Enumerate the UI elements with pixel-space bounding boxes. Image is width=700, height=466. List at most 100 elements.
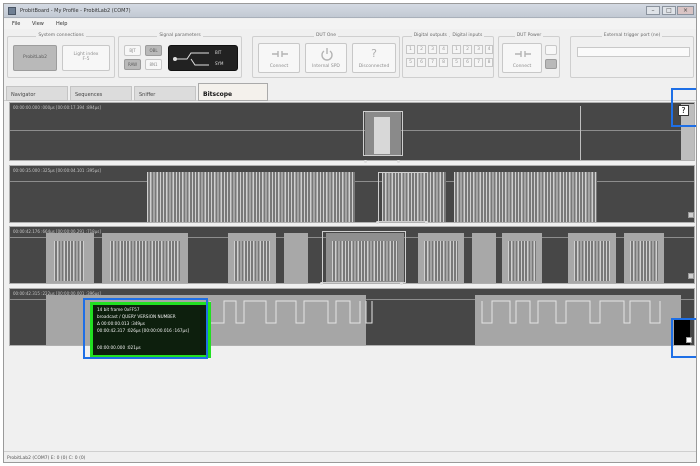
- switch-diagram-icon: [173, 52, 209, 66]
- group-digital-io: Digital outputs Digital inputs 1 2 3 4 5…: [402, 33, 494, 78]
- group-dut-power: DUT Power Connect: [498, 33, 560, 78]
- bjt-button[interactable]: BJT: [124, 45, 141, 56]
- digital-input-6[interactable]: 6: [463, 58, 472, 67]
- menu-view[interactable]: View: [32, 21, 44, 27]
- track-2-selection[interactable]: [378, 172, 428, 222]
- close-button[interactable]: ×: [677, 6, 694, 15]
- tab-sniffer[interactable]: Sniffer: [134, 86, 196, 101]
- tab-sequences[interactable]: Sequences: [70, 86, 132, 101]
- power-plug-icon: [515, 51, 531, 57]
- disconnected-label: Disconnected: [358, 64, 390, 69]
- window-title: ProbitBoard - My Profile - ProbitLab2 (C…: [20, 8, 131, 14]
- track-3-pulses-10: [630, 241, 658, 281]
- waveform-track-2[interactable]: 00:00:35.000 :325µs [00:00:04.101 :395µs…: [9, 165, 695, 223]
- track-3-selection[interactable]: [322, 231, 406, 283]
- switch-label-sym: SYM: [215, 61, 224, 66]
- status-text: ProbitLab2 (COM7) E: 0 (0) C: 0 (0): [7, 456, 86, 461]
- digital-input-8[interactable]: 8: [485, 58, 493, 67]
- digital-input-5[interactable]: 5: [452, 58, 461, 67]
- ribbon: System connections ProbitLab2 Light inde…: [4, 30, 696, 80]
- track-1-handle-right[interactable]: [397, 160, 400, 163]
- track-2-timestamp: 00:00:35.000 :325µs [00:00:04.101 :395µs…: [13, 168, 101, 173]
- dut-connect-button[interactable]: Connect: [258, 43, 300, 73]
- highlight-scroll-thumb: [671, 318, 696, 358]
- menu-bar: File View Help: [4, 19, 696, 29]
- tab-bar: Navigator Sequences Sniffer Bitscope: [4, 83, 696, 101]
- digital-button-3[interactable]: 3: [428, 45, 437, 54]
- power-option-bottom[interactable]: [545, 59, 557, 69]
- track-3-pulses-2: [110, 241, 180, 281]
- track-3-pulses-9: [574, 241, 610, 281]
- digital-input-7[interactable]: 7: [474, 58, 483, 67]
- track-3-pulses-6: [424, 241, 458, 281]
- track-3-handle-left[interactable]: [320, 282, 323, 285]
- maximize-button[interactable]: □: [662, 6, 676, 15]
- bit-sym-switch[interactable]: BIT SYM: [168, 45, 238, 71]
- switch-label-bit: BIT: [215, 50, 222, 55]
- digital-input-3[interactable]: 3: [474, 45, 483, 54]
- group-system-connections: System connections ProbitLab2 Light inde…: [7, 33, 115, 78]
- minimize-button[interactable]: –: [646, 6, 660, 15]
- track-1-selection[interactable]: [363, 111, 403, 156]
- dut-power-connect-button[interactable]: Connect: [502, 43, 542, 73]
- light-index-sub: F-5: [82, 57, 90, 62]
- disconnected-button[interactable]: ? Disconnected: [352, 43, 396, 73]
- power-icon: [321, 48, 333, 61]
- digital-button-6[interactable]: 6: [417, 58, 426, 67]
- track-3-pulses-8: [508, 241, 536, 281]
- power-option-top[interactable]: [545, 45, 557, 55]
- digital-input-1[interactable]: 1: [452, 45, 461, 54]
- track-2-handle-left[interactable]: [376, 221, 379, 224]
- group-title-digital-inputs: Digital inputs: [450, 33, 485, 38]
- dut-power-connect-label: Connect: [512, 64, 532, 69]
- digital-button-8[interactable]: 8: [439, 58, 448, 67]
- light-index-button[interactable]: Light index F-5: [62, 45, 110, 71]
- raw-button[interactable]: RAW: [124, 59, 141, 70]
- track-1-handle-left[interactable]: [364, 160, 367, 163]
- external-trigger-field[interactable]: [577, 47, 690, 57]
- dut-connect-label: Connect: [269, 64, 289, 69]
- highlight-help: [671, 88, 696, 127]
- waveform-track-1[interactable]: 00:00:00.000 :000µs [00:00:17.394 :894µs…: [9, 102, 695, 161]
- group-title-digital-outputs: Digital outputs: [411, 33, 449, 38]
- track-2-pulse-train-c: [454, 172, 597, 222]
- digital-button-5[interactable]: 5: [406, 58, 415, 67]
- digital-button-7[interactable]: 7: [428, 58, 437, 67]
- internal-spd-button[interactable]: Internal SPD: [305, 43, 347, 73]
- group-signal-parameters: Signal parameters BJT OBL RAW 8N1 BIT SY…: [118, 33, 242, 78]
- track-3-block-4: [284, 233, 308, 283]
- waveform-track-3[interactable]: 00:00:42.176 :664µs [00:00:00.291 :718µs…: [9, 226, 695, 284]
- highlight-tooltip: [83, 298, 208, 359]
- probelab-button[interactable]: ProbitLab2: [13, 45, 57, 71]
- digital-input-4[interactable]: 4: [485, 45, 493, 54]
- digital-button-4[interactable]: 4: [439, 45, 448, 54]
- menu-file[interactable]: File: [12, 21, 20, 27]
- digital-button-1[interactable]: 1: [406, 45, 415, 54]
- track-3-pulses-3: [234, 241, 270, 281]
- 8n1-button[interactable]: 8N1: [145, 59, 162, 70]
- tab-bitscope[interactable]: Bitscope: [198, 83, 268, 101]
- tab-navigator[interactable]: Navigator: [6, 86, 68, 101]
- group-title-signal-parameters: Signal parameters: [157, 33, 203, 38]
- track-1-marker: [580, 106, 581, 160]
- track-3-handle-right[interactable]: [400, 282, 403, 285]
- title-bar: ProbitBoard - My Profile - ProbitLab2 (C…: [4, 4, 696, 18]
- obl-button[interactable]: OBL: [145, 45, 162, 56]
- track-2-expand-icon[interactable]: [688, 212, 694, 218]
- digital-input-2[interactable]: 2: [463, 45, 472, 54]
- digital-button-2[interactable]: 2: [417, 45, 426, 54]
- track-3-block-7: [472, 233, 496, 283]
- group-title-external-trigger: External trigger port (ne): [601, 33, 663, 38]
- app-icon: [8, 7, 16, 15]
- track-3-expand-icon[interactable]: [688, 273, 694, 279]
- track-2-pulse-train-a: [147, 172, 355, 222]
- track-1-baseline: [10, 130, 694, 131]
- menu-help[interactable]: Help: [56, 21, 67, 27]
- app-window: ProbitBoard - My Profile - ProbitLab2 (C…: [3, 3, 697, 463]
- internal-spd-label: Internal SPD: [312, 64, 340, 69]
- track-2-handle-right[interactable]: [425, 221, 428, 224]
- group-external-trigger: External trigger port (ne): [570, 33, 694, 78]
- group-title-system-connections: System connections: [36, 33, 86, 38]
- group-title-dut-one: DUT One: [313, 33, 339, 38]
- status-bar: ProbitLab2 (COM7) E: 0 (0) C: 0 (0): [4, 451, 696, 462]
